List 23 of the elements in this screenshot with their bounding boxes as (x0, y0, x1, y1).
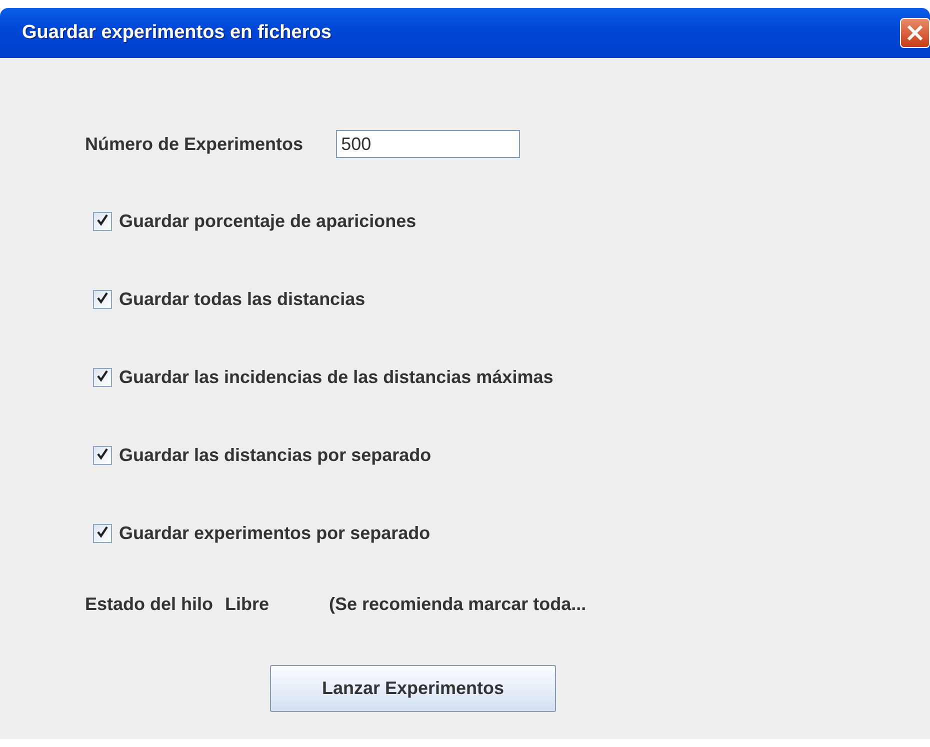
check-icon (96, 290, 109, 304)
checkbox-label: Guardar experimentos por separado (119, 522, 430, 544)
checkbox-label: Guardar las incidencias de las distancias máximas (119, 366, 554, 388)
checkbox[interactable] (93, 290, 112, 308)
hint-text: (Se recomienda marcar toda... (329, 594, 586, 615)
check-icon (96, 368, 109, 382)
check-icon (96, 446, 109, 460)
launch-button[interactable]: Lanzar Experimentos (270, 665, 556, 712)
close-button[interactable]: × (900, 18, 930, 48)
check-icon (96, 524, 109, 538)
checkbox[interactable] (93, 212, 112, 230)
checkbox-label: Guardar todas las distancias (119, 288, 366, 310)
input-field[interactable]: 500 (336, 130, 520, 158)
window-title: Guardar experimentos en ficheros (22, 22, 332, 44)
status-label: Estado del hilo (85, 594, 214, 615)
status-value: Libre (225, 594, 270, 615)
checkbox-label: Guardar las distancias por separado (119, 444, 432, 466)
check-icon (96, 212, 109, 226)
checkbox[interactable] (93, 446, 112, 464)
checkbox[interactable] (93, 368, 112, 386)
checkbox[interactable] (93, 524, 112, 542)
checkbox-label: Guardar porcentaje de apariciones (119, 210, 416, 232)
field-label: Número de Experimentos (85, 134, 304, 154)
